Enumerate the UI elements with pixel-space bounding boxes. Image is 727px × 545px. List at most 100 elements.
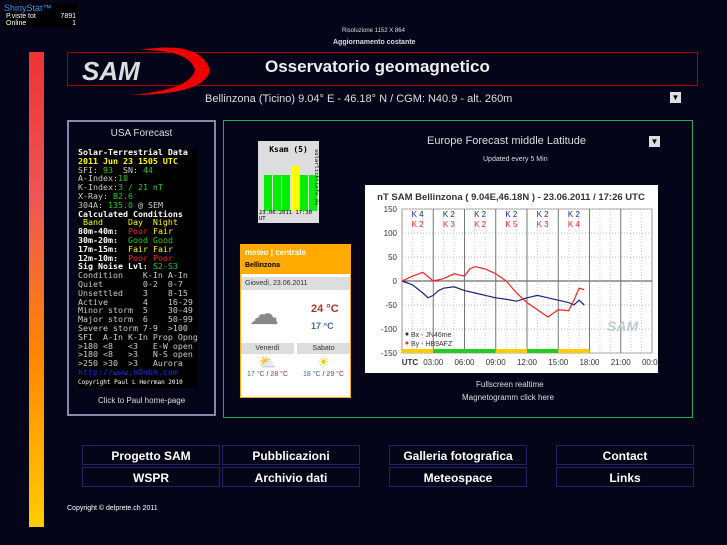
visit-counter[interactable]: ShinyStat™ P.viste tot 7891 Online 1 — [4, 3, 78, 27]
y-tick-label: 0 — [393, 277, 398, 286]
x-tick-label: 21:00 — [611, 358, 632, 367]
ksam-bar — [282, 175, 290, 211]
solar-terrestrial-widget[interactable]: Solar-Terrestrial Data 2011 Jun 23 1505 … — [78, 148, 198, 388]
activity-segment — [558, 349, 590, 353]
ksam-widget[interactable]: Ksam (5) solarlichtinfo.de 23.06.2011 17… — [258, 141, 319, 223]
sn: 44 — [142, 164, 153, 175]
meteo-brand: meteo | centrale — [241, 245, 350, 260]
sun-icon: ☀ — [317, 354, 330, 370]
nav-link[interactable]: Contact — [556, 445, 694, 465]
svg-text:SAM: SAM — [82, 56, 141, 86]
ksam-source: solarlichtinfo.de — [313, 149, 319, 206]
x-tick-label: 03:00 — [423, 358, 444, 367]
temp-max: 24 °C — [311, 303, 339, 315]
footer-copyright: Copyright © delprete.ch 2011 — [67, 505, 158, 512]
x-tick-label: 09:00 — [486, 358, 507, 367]
ksam-title: Ksam (5) — [269, 145, 308, 154]
x-tick-label: 00:00 — [642, 358, 658, 367]
nav-link[interactable]: Pubblicazioni — [222, 445, 360, 465]
europe-title: Europe Forecast middle Latitude — [427, 135, 586, 147]
nav-link[interactable]: Galleria fotografica — [389, 445, 527, 465]
k-index-red: K 3 — [537, 220, 550, 229]
magnetogram-link[interactable]: Magnetogramm click here — [462, 393, 554, 402]
activity-segment — [464, 349, 496, 353]
counter-value: 1 — [72, 20, 76, 27]
y-tick-label: 150 — [384, 205, 398, 214]
resolution-text: Risoluzione 1152 X 864 — [342, 28, 405, 34]
sam-watermark: SAM — [607, 318, 638, 334]
x-tick-label: 12:00 — [517, 358, 538, 367]
counter-label: P.viste tot — [6, 13, 36, 20]
y-tick-label: -100 — [381, 325, 398, 334]
counter-value: 7891 — [60, 13, 76, 20]
ksam-bar — [273, 175, 281, 211]
cloud-sun-rain-icon: ☁ — [249, 298, 279, 331]
legend-marker — [405, 341, 409, 345]
k-index-blue: K 2 — [474, 210, 487, 219]
day-name: Venerdì — [241, 343, 294, 354]
y-tick-label: 50 — [388, 253, 397, 262]
y-tick-label: -50 — [385, 301, 397, 310]
nav-link[interactable]: Progetto SAM — [82, 445, 220, 465]
magnetogram-chart[interactable]: nT SAM Bellinzona ( 9.04E,46.18N ) - 23.… — [365, 185, 658, 373]
k-index-blue: K 4 — [412, 210, 425, 219]
y-tick-label: 100 — [384, 229, 398, 238]
k-index-blue: K 2 — [568, 210, 581, 219]
x-tick-label: UTC — [402, 358, 419, 367]
counter-brand: ShinyStat™ — [4, 3, 52, 13]
chevron-down-icon[interactable]: ▼ — [649, 136, 660, 147]
k-index-blue: K 2 — [443, 210, 456, 219]
temp-min: 17 °C — [311, 321, 334, 331]
cloud-sun-icon: ⛅ — [258, 354, 277, 370]
counter-label: Online — [6, 20, 27, 27]
sfi: 93 — [102, 164, 113, 175]
k-index-red: K 2 — [474, 220, 487, 229]
ksam-bar — [264, 175, 272, 211]
activity-segment — [433, 349, 465, 353]
x-tick-label: 15:00 — [548, 358, 569, 367]
k-index-blue: K 2 — [505, 210, 518, 219]
solar-copyright: Copyright Paul L Herrman 2010 — [78, 378, 183, 386]
nav-link[interactable]: Links — [556, 467, 694, 487]
activity-segment — [402, 349, 434, 353]
k-index-red: K 5 — [505, 220, 518, 229]
x-tick-label: 06:00 — [454, 358, 475, 367]
k-index-red: K 2 — [412, 220, 425, 229]
y-tick-label: -150 — [381, 349, 398, 358]
nav-link[interactable]: Meteospace — [389, 467, 527, 487]
location-text: Bellinzona (Ticino) 9.04° E - 46.18° N /… — [205, 93, 513, 105]
temp-lo: 18 °C — [302, 371, 321, 378]
sam-logo: SAM — [82, 47, 210, 95]
k-index-red: K 3 — [443, 220, 456, 229]
legend-marker — [405, 332, 409, 336]
ksam-stamp: 23.06.2011 17:30 UT — [259, 210, 312, 222]
usa-title: USA Forecast — [110, 128, 173, 139]
update-text: Aggiornamento costante — [333, 39, 416, 46]
legend-label: By - HB9AFZ — [411, 341, 453, 348]
temp-hi: 29 °C — [326, 371, 345, 378]
meteo-city: Bellinzona — [241, 260, 350, 274]
nav-link[interactable]: WSPR — [82, 467, 220, 487]
n0nbh-link[interactable]: http://www.n0nbh.com — [78, 367, 178, 377]
activity-segment — [495, 349, 527, 353]
meteo-widget[interactable]: meteo | centrale Bellinzona Giovedì, 23.… — [240, 244, 351, 398]
k-index-red: K 4 — [568, 220, 581, 229]
ksam-bar — [291, 166, 299, 211]
activity-segment — [527, 349, 559, 353]
page-title: Osservatorio geomagnetico — [265, 57, 490, 76]
chevron-down-icon[interactable]: ▼ — [670, 92, 681, 103]
paul-home-link[interactable]: Click to Paul home-page — [98, 396, 185, 405]
solar-date: 2011 Jun 23 1505 UTC — [78, 155, 178, 166]
chart-title: nT SAM Bellinzona ( 9.04E,46.18N ) - 23.… — [377, 192, 645, 203]
fullscreen-link[interactable]: Fullscreen realtime — [476, 380, 544, 389]
update-note: Updated every 5 Min — [483, 156, 548, 163]
temp-hi: 28 °C — [270, 371, 289, 378]
temp-lo: 17 °C — [246, 371, 265, 378]
meteo-date: Giovedì, 23.06.2011 — [241, 277, 350, 290]
ksam-bar — [300, 175, 308, 211]
x-tick-label: 18:00 — [579, 358, 600, 367]
day-name: Sabato — [297, 343, 350, 354]
nav-link[interactable]: Archivio dati — [222, 467, 360, 487]
gradient-bar — [29, 52, 44, 527]
k-index-blue: K 2 — [537, 210, 550, 219]
